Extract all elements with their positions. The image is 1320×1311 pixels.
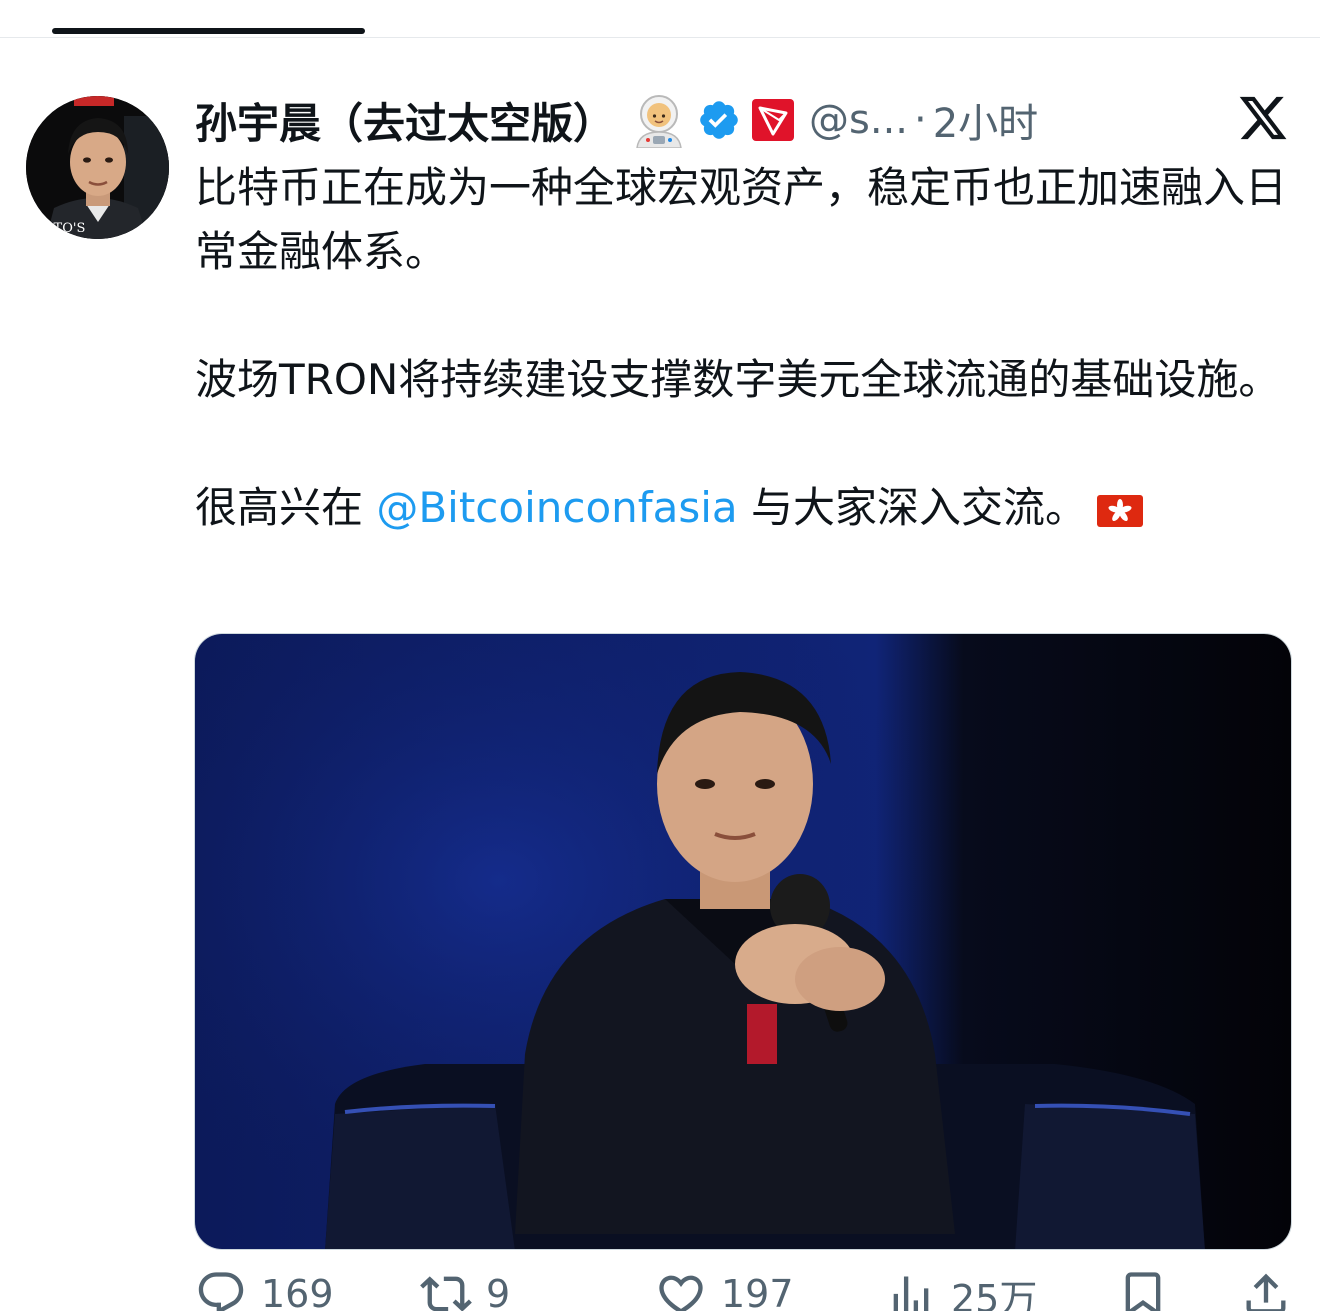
- tweet-media-photo[interactable]: [194, 633, 1292, 1250]
- tweet-body: 比特币正在成为一种全球宏观资产，稳定币也正加速融入日常金融体系。 波场TRON将…: [195, 156, 1300, 540]
- tweet-action-bar: 169 9 197 25万: [195, 1268, 1295, 1311]
- views-count: 25万: [951, 1277, 1038, 1311]
- reply-count: 169: [261, 1272, 334, 1311]
- author-avatar[interactable]: RTO'S: [26, 96, 169, 239]
- bookmark-icon: [1125, 1272, 1161, 1311]
- heart-icon: [659, 1275, 703, 1311]
- repost-button[interactable]: 9: [420, 1268, 510, 1311]
- paragraph-3-lead: 很高兴在: [195, 483, 377, 532]
- share-button[interactable]: [1240, 1268, 1292, 1311]
- mention-link[interactable]: @Bitcoinconfasia: [376, 483, 737, 532]
- tweet-paragraph-1: 比特币正在成为一种全球宏观资产，稳定币也正加速融入日常金融体系。: [195, 163, 1288, 276]
- reply-button[interactable]: 169: [195, 1268, 334, 1311]
- avatar-magazine-logo: RTO'S: [44, 221, 85, 236]
- bookmark-button[interactable]: [1117, 1268, 1169, 1311]
- top-tab-strip: [0, 0, 1320, 38]
- meta-separator: ·: [914, 97, 927, 143]
- tweet-header: 孙宇晨（去过太空版） @s... · 2小时: [195, 88, 1038, 152]
- tweet-timestamp[interactable]: 2小时: [933, 91, 1038, 149]
- share-icon: [1246, 1273, 1286, 1311]
- active-tab-indicator: [52, 28, 365, 34]
- x-logo-icon[interactable]: [1237, 92, 1289, 144]
- like-button[interactable]: 197: [655, 1268, 794, 1311]
- author-handle[interactable]: @s...: [809, 97, 908, 143]
- paragraph-3-tail: 与大家深入交流。: [737, 483, 1087, 532]
- verified-badge-icon[interactable]: [697, 98, 741, 142]
- hong-kong-flag-icon: [1096, 494, 1143, 527]
- display-name[interactable]: 孙宇晨（去过太空版）: [195, 90, 615, 151]
- tweet-screen: RTO'S 孙宇晨（去过太空版） @s... · 2小时 比特币正在成为一种全球…: [0, 0, 1320, 1311]
- reply-icon: [198, 1272, 244, 1311]
- repost-icon: [420, 1276, 472, 1311]
- views-button[interactable]: 25万: [885, 1268, 1037, 1311]
- tron-logo-icon[interactable]: [751, 98, 795, 142]
- views-icon: [893, 1276, 929, 1311]
- astronaut-emoji-icon: [636, 95, 682, 148]
- tweet-paragraph-2: 波场TRON将持续建设支撑数字美元全球流通的基础设施。: [195, 355, 1281, 404]
- like-count: 197: [721, 1272, 794, 1311]
- tweet-paragraph-3: 很高兴在 @Bitcoinconfasia 与大家深入交流。: [195, 476, 1300, 540]
- repost-count: 9: [486, 1272, 511, 1311]
